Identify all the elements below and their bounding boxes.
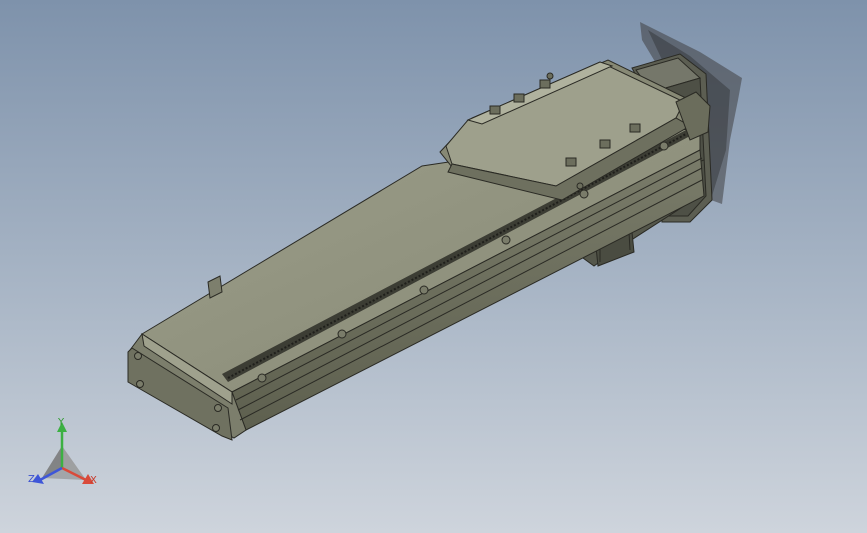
y-axis-label: Y (58, 417, 65, 428)
orientation-triad: Y Z X (22, 416, 108, 496)
z-axis-label: Z (28, 474, 35, 485)
model-viewport[interactable]: Y Z X (0, 0, 867, 533)
x-axis-label: X (90, 475, 97, 486)
linear-actuator-model[interactable] (0, 0, 867, 533)
